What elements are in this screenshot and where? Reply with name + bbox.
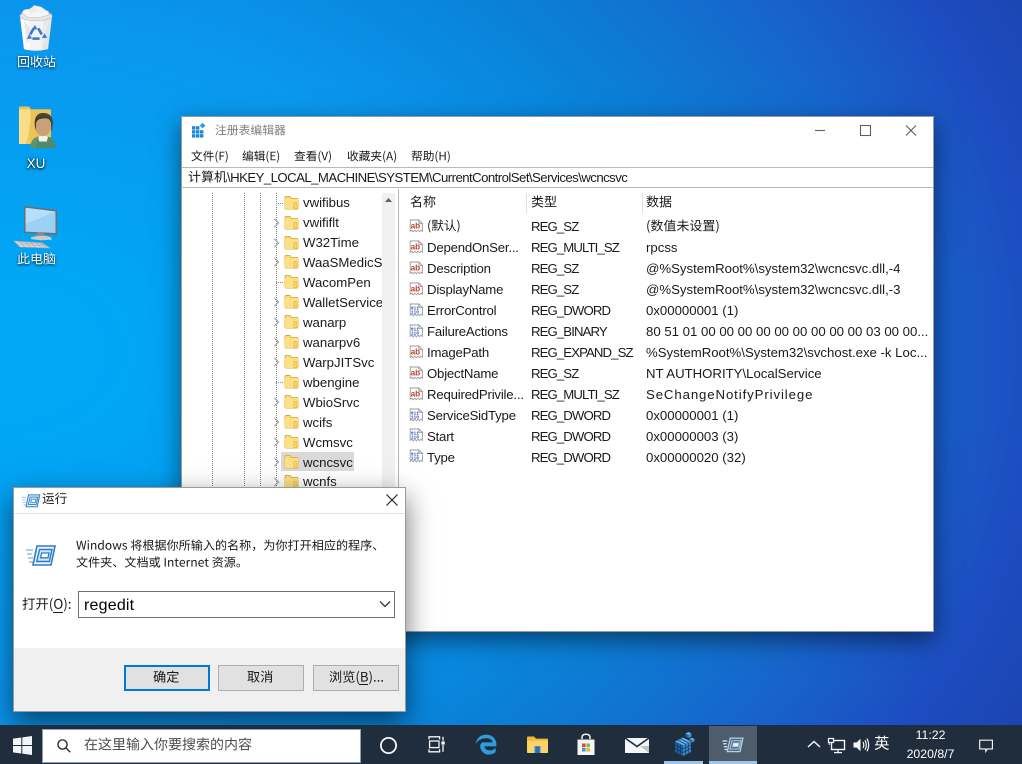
svg-text:110: 110 <box>410 309 419 315</box>
svg-text:ab: ab <box>410 368 420 377</box>
svg-text:ab: ab <box>410 389 420 398</box>
svg-text:ab: ab <box>410 264 420 273</box>
svg-text:ab: ab <box>410 243 420 252</box>
svg-text:110: 110 <box>410 330 419 336</box>
svg-text:ab: ab <box>410 284 420 293</box>
svg-text:ab: ab <box>410 347 420 356</box>
svg-text:110: 110 <box>410 414 419 420</box>
svg-text:110: 110 <box>410 435 419 441</box>
svg-text:ab: ab <box>410 222 420 231</box>
svg-text:110: 110 <box>410 456 419 462</box>
